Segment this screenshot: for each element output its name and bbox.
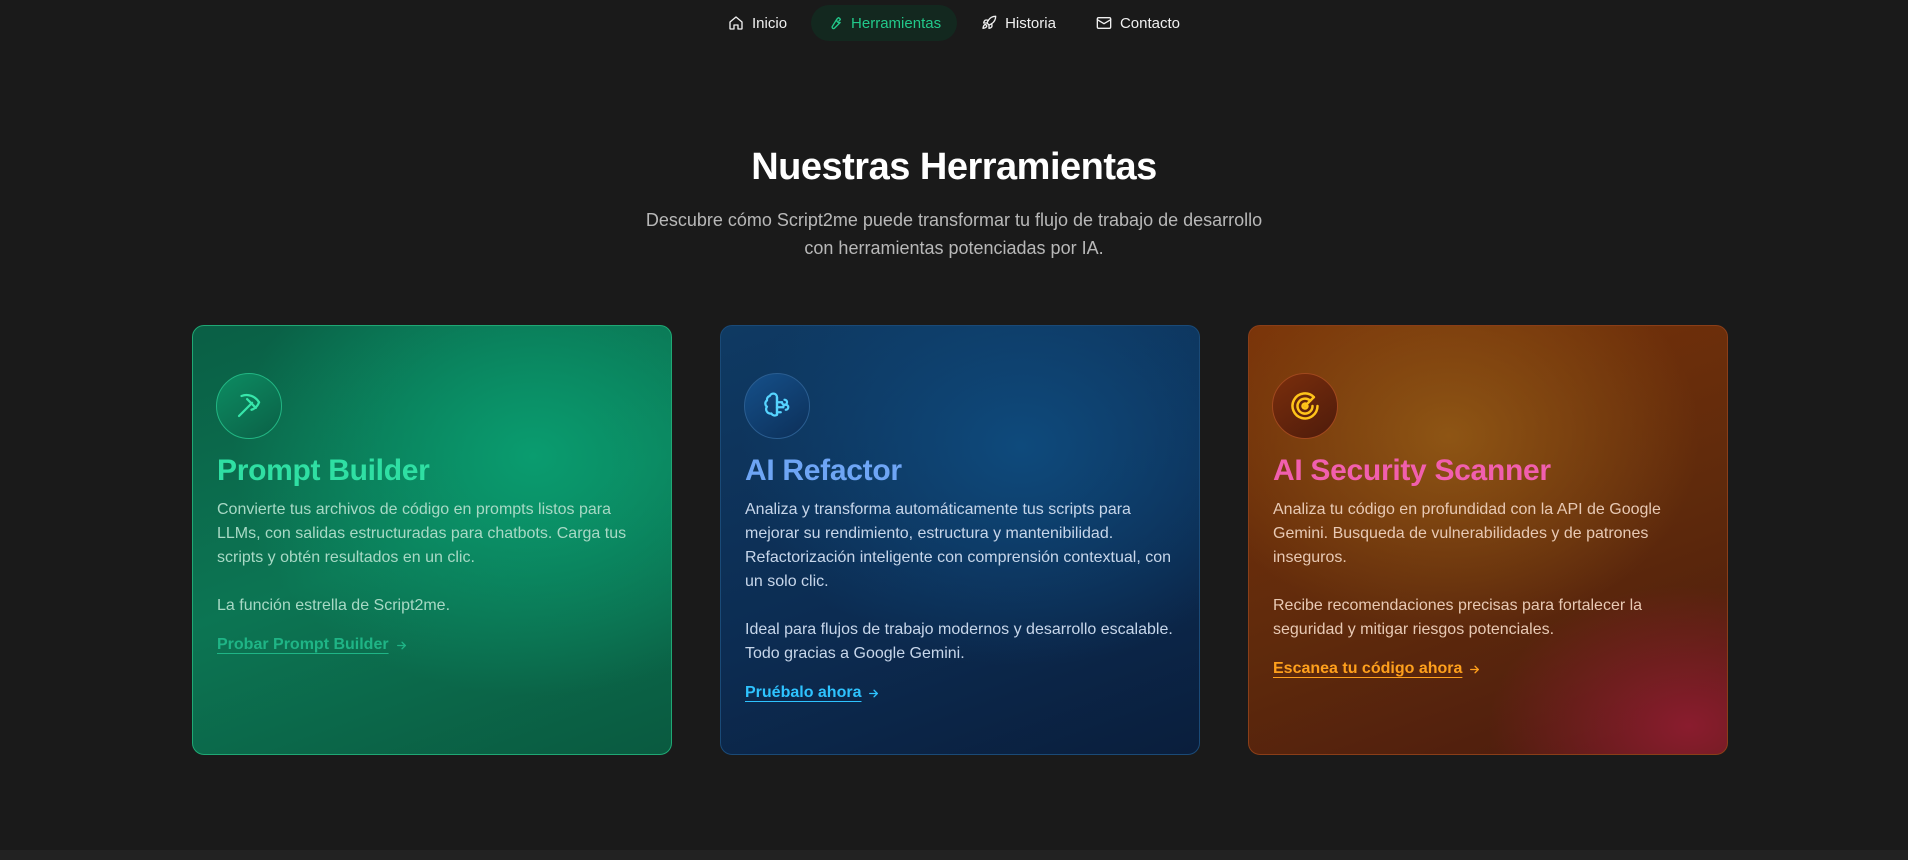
tool-card-prompt-builder: Prompt Builder Convierte tus archivos de… [192,325,672,755]
card-description: Convierte tus archivos de código en prom… [217,498,657,618]
cta-label: Probar Prompt Builder [217,636,389,653]
scan-code-link[interactable]: Escanea tu código ahora [1273,660,1481,678]
arrow-right-icon [1470,665,1480,673]
tool-card-ai-refactor: AI Refactor Analiza y transforma automát… [720,325,1200,755]
card-paragraph: Analiza y transforma automáticamente tus… [745,501,1172,590]
footer-edge [0,850,1908,860]
nav-item-herramientas[interactable]: Herramientas [811,5,958,41]
pickaxe-icon [237,393,261,418]
try-ai-refactor-link[interactable]: Pruébalo ahora [745,684,880,702]
nav-item-label: Contacto [1119,14,1180,32]
section-title: Nuestras Herramientas [751,146,1157,188]
nav-item-label: Inicio [752,14,788,32]
card-description: Analiza y transforma automáticamente tus… [745,498,1185,666]
card-paragraph: Analiza tu código en profundidad con la … [1273,501,1661,566]
section-subtitle-line1: Descubre cómo Script2me puede transforma… [645,210,1263,230]
tool-icon-badge [216,373,282,439]
nav-item-inicio[interactable]: Inicio [712,5,803,41]
card-title: AI Security Scanner [1273,454,1551,487]
section-subtitle: Descubre cómo Script2me puede transforma… [0,206,1908,262]
wrench-icon [831,17,842,30]
cta-label: Escanea tu código ahora [1273,660,1463,677]
card-paragraph: La función estrella de Script2me. [217,597,451,614]
nav-item-contacto[interactable]: Contacto [1080,5,1196,41]
card-title: AI Refactor [745,454,902,487]
arrow-right-icon [869,689,879,697]
try-prompt-builder-link[interactable]: Probar Prompt Builder [217,636,408,654]
radar-icon [1291,392,1319,420]
card-title: Prompt Builder [217,454,430,487]
card-paragraph: Recibe recomendaciones precisas para for… [1273,597,1643,638]
section-subtitle-line2: con herramientas potenciadas por IA. [804,238,1104,258]
home-icon [729,16,743,30]
card-paragraph: Ideal para flujos de trabajo modernos y … [745,621,1173,662]
tool-icon-badge [1272,373,1338,439]
nav-item-label: Historia [1005,14,1056,32]
tool-icon-badge [744,373,810,439]
tool-card-ai-security-scanner: AI Security Scanner Analiza tu código en… [1248,325,1728,755]
rocket-icon [982,15,997,29]
nav-item-label: Herramientas [851,14,942,32]
nav-item-historia[interactable]: Historia [965,5,1072,41]
card-description: Analiza tu código en profundidad con la … [1273,498,1713,642]
arrow-right-icon [396,641,406,649]
card-paragraph: Convierte tus archivos de código en prom… [217,501,627,566]
cta-label: Pruébalo ahora [745,684,862,701]
mail-icon [1096,17,1112,29]
top-nav: Inicio Herramientas Historia Contacto [0,5,1908,41]
brain-icon [764,392,790,417]
